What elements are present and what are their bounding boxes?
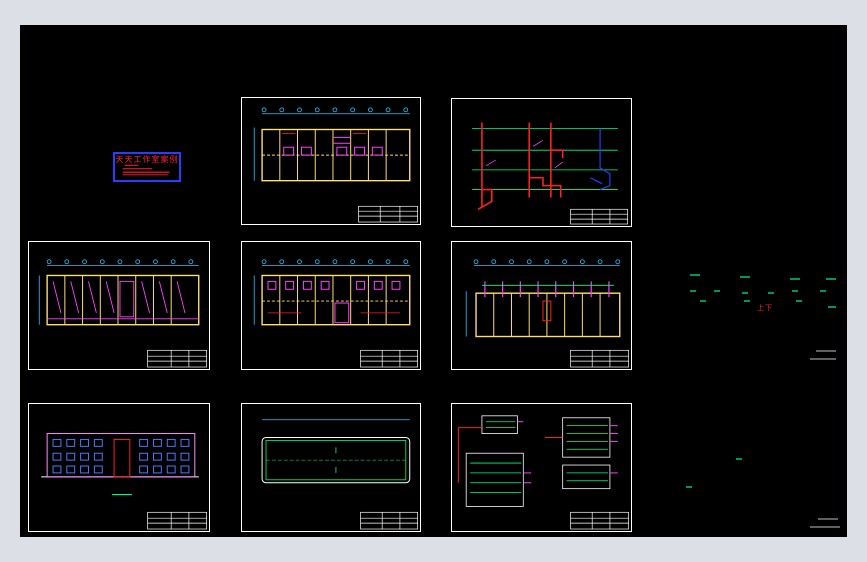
sheet-elevation[interactable]	[28, 403, 210, 532]
stair-label-up: 上	[757, 304, 764, 312]
sheet-power-plan[interactable]	[451, 241, 632, 370]
cover-notes	[122, 164, 170, 176]
roof-plan-drawing	[261, 419, 418, 530]
floor-plan-upper-drawing	[253, 107, 418, 223]
system-diagram-drawing	[457, 415, 629, 530]
pipe-isometric-drawing	[472, 122, 628, 225]
cover-title-block[interactable]: 天天工作室案例	[113, 152, 181, 182]
stair-label-down: 下	[765, 304, 772, 312]
sheet-system-diagram[interactable]	[451, 403, 632, 532]
sheet-plumbing-plan[interactable]	[241, 241, 421, 370]
sheet-floor-plan-upper[interactable]	[241, 97, 421, 225]
cad-model-space[interactable]: 天天工作室案例 上 下	[20, 25, 847, 537]
plumbing-plan-drawing	[253, 259, 418, 368]
lighting-plan-drawing	[38, 259, 207, 368]
power-plan-drawing	[465, 259, 629, 368]
sheet-lighting-plan[interactable]	[28, 241, 210, 370]
elevation-drawing	[41, 433, 207, 530]
sheet-roof-plan[interactable]	[241, 403, 421, 532]
sheet-pipe-isometric[interactable]	[451, 98, 632, 227]
